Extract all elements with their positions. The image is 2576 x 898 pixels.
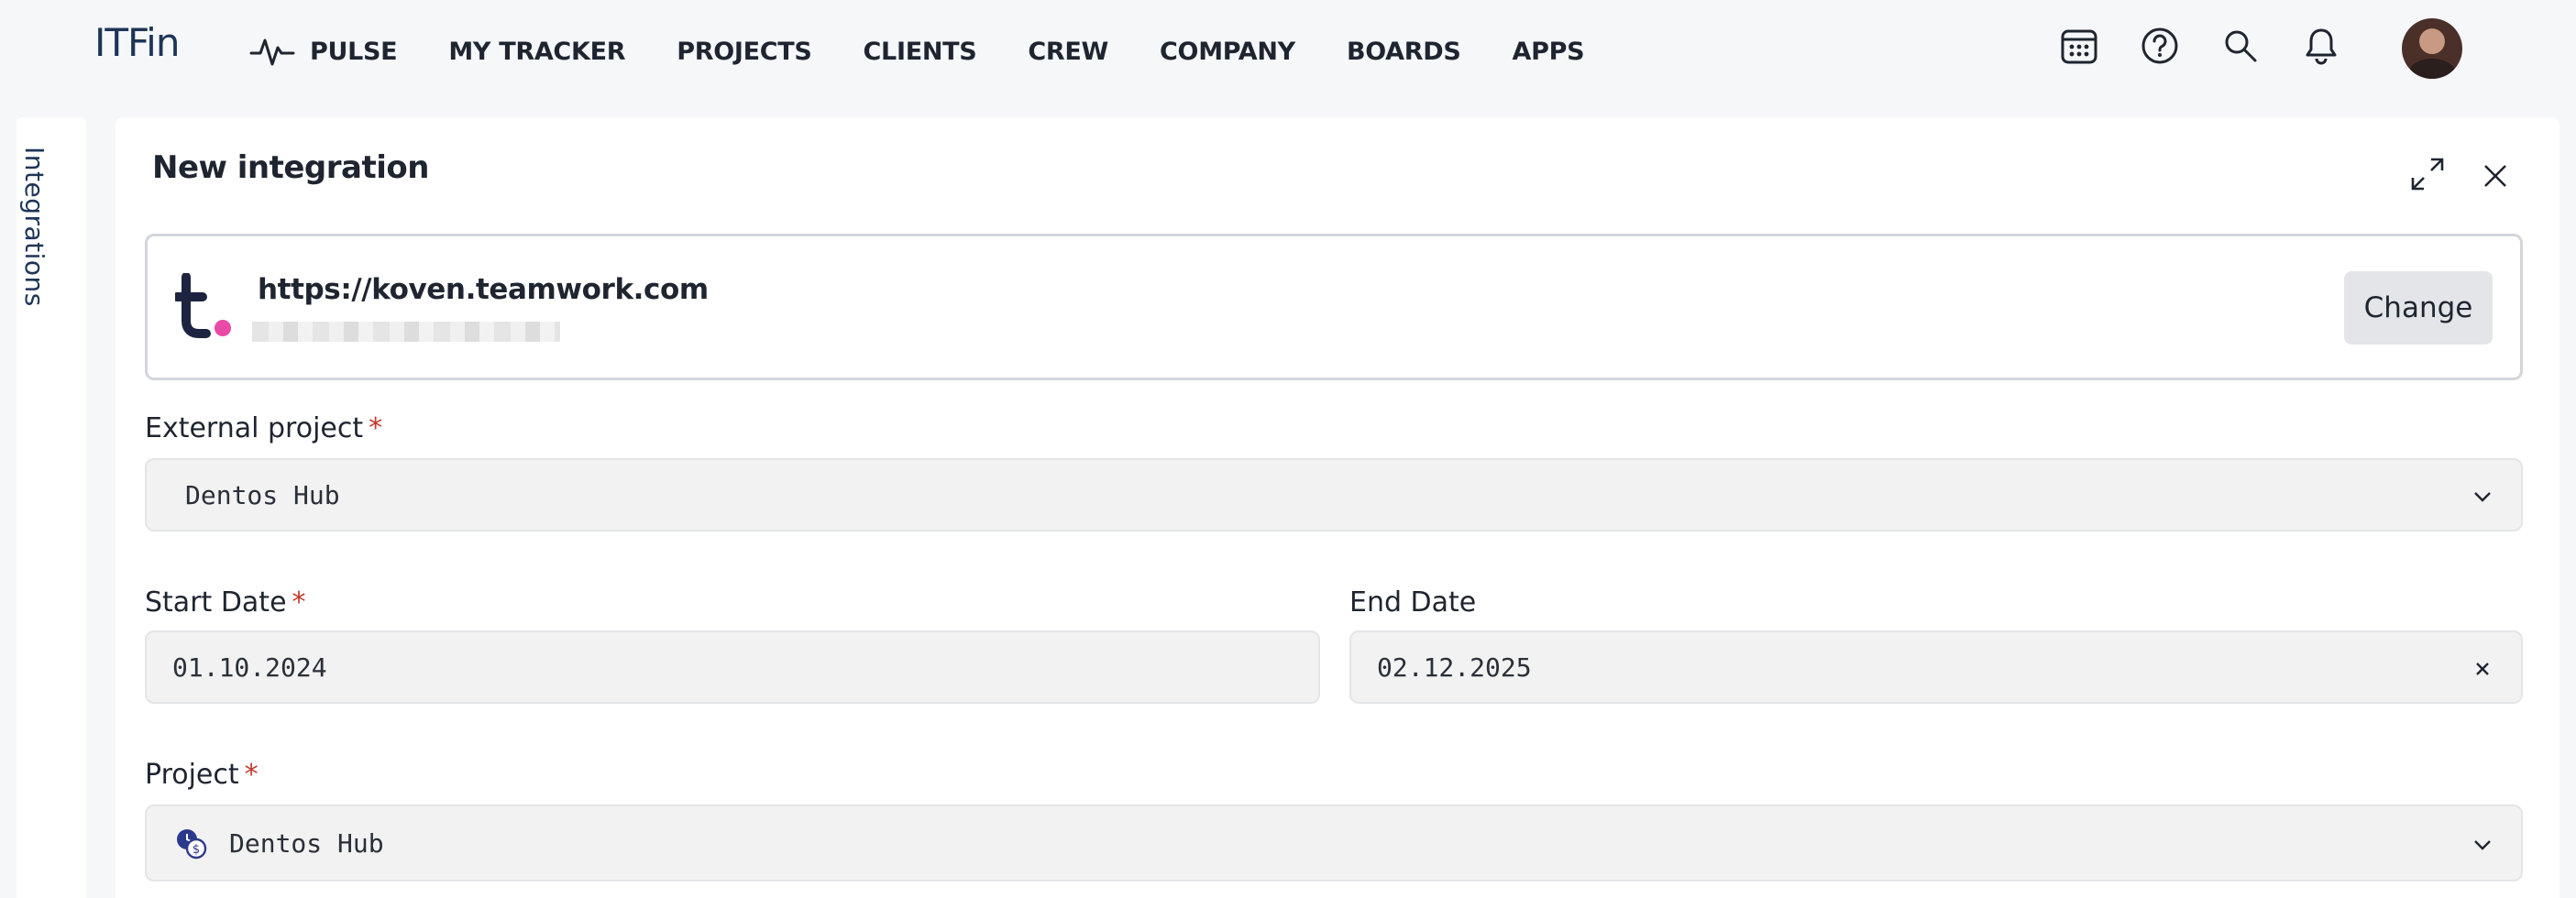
calendar-button[interactable] (2057, 24, 2101, 68)
redacted-account-info (252, 322, 560, 342)
start-date-value: 01.10.2024 (172, 652, 327, 683)
top-navigation-bar: ITFin PULSE MY TRACKER PROJECTS CLIENTS … (0, 0, 2576, 101)
nav-label: PROJECTS (677, 37, 812, 66)
nav-label: CREW (1028, 37, 1109, 66)
svg-text:$: $ (193, 843, 200, 857)
nav-label: BOARDS (1346, 37, 1461, 66)
nav-label: COMPANY (1160, 37, 1295, 66)
nav-item-apps[interactable]: APPS (1513, 38, 1585, 66)
chevron-down-icon (2474, 492, 2491, 502)
required-marker: * (292, 586, 306, 619)
search-icon (2225, 30, 2257, 62)
chevron-down-icon (2474, 840, 2491, 850)
pulse-icon (249, 38, 295, 66)
connection-card: https://koven.teamwork.com Change (145, 234, 2523, 380)
nav-label: PULSE (310, 37, 398, 66)
connection-url: https://koven.teamwork.com (258, 273, 709, 306)
page-title: New integration (152, 149, 429, 186)
expand-button[interactable] (2407, 154, 2448, 194)
start-date-input[interactable]: 01.10.2024 (145, 630, 1320, 704)
nav-item-boards[interactable]: BOARDS (1347, 38, 1461, 66)
nav-item-crew[interactable]: CREW (1028, 38, 1108, 66)
nav-item-projects[interactable]: PROJECTS (677, 37, 812, 66)
project-value: Dentos Hub (229, 828, 384, 859)
calendar-icon (2061, 29, 2097, 64)
nav-label: CLIENTS (863, 37, 977, 66)
help-icon (2141, 27, 2178, 64)
external-project-select[interactable]: Dentos Hub (145, 458, 2523, 531)
external-project-value: Dentos Hub (185, 480, 340, 510)
project-select[interactable]: $ Dentos Hub (145, 805, 2523, 882)
project-label: Project * (145, 759, 259, 791)
help-button[interactable] (2138, 24, 2182, 68)
nav-label: MY TRACKER (448, 37, 626, 66)
nav-item-pulse[interactable]: PULSE (249, 33, 398, 70)
close-icon (2484, 165, 2506, 187)
user-avatar[interactable] (2402, 18, 2462, 79)
required-marker: * (244, 759, 259, 791)
new-integration-panel: New integration https://koven.teamwork.c… (116, 117, 2559, 898)
change-connection-button[interactable]: Change (2344, 271, 2493, 345)
nav-item-my-tracker[interactable]: MY TRACKER (448, 38, 625, 66)
teamwork-logo-icon (175, 273, 231, 338)
project-label-text: Project (145, 759, 239, 791)
bell-icon (2306, 28, 2337, 65)
start-date-label-text: Start Date (145, 586, 287, 619)
notifications-button[interactable] (2299, 24, 2343, 68)
nav-label: APPS (1512, 37, 1585, 66)
search-button[interactable] (2218, 24, 2262, 68)
clear-icon[interactable] (2470, 656, 2495, 682)
top-icon-group (2057, 24, 2380, 68)
project-billing-icon: $ (177, 829, 207, 860)
end-date-label: End Date (1349, 586, 1476, 619)
close-button[interactable] (2475, 156, 2515, 196)
end-date-value: 02.12.2025 (1377, 652, 1532, 683)
nav-item-company[interactable]: COMPANY (1160, 38, 1295, 66)
nav-item-clients[interactable]: CLIENTS (864, 38, 977, 66)
required-marker: * (369, 412, 383, 444)
expand-icon (2411, 158, 2444, 191)
app-logo[interactable]: ITFin (94, 20, 180, 65)
end-date-label-text: End Date (1349, 586, 1477, 619)
siderail-label: Integrations (19, 147, 50, 307)
start-date-label: Start Date * (145, 586, 306, 619)
main-nav: PULSE MY TRACKER PROJECTS CLIENTS CREW C… (249, 33, 1635, 70)
external-project-label: External project * (145, 412, 382, 444)
end-date-input[interactable]: 02.12.2025 (1349, 630, 2523, 704)
external-project-label-text: External project (145, 412, 364, 444)
